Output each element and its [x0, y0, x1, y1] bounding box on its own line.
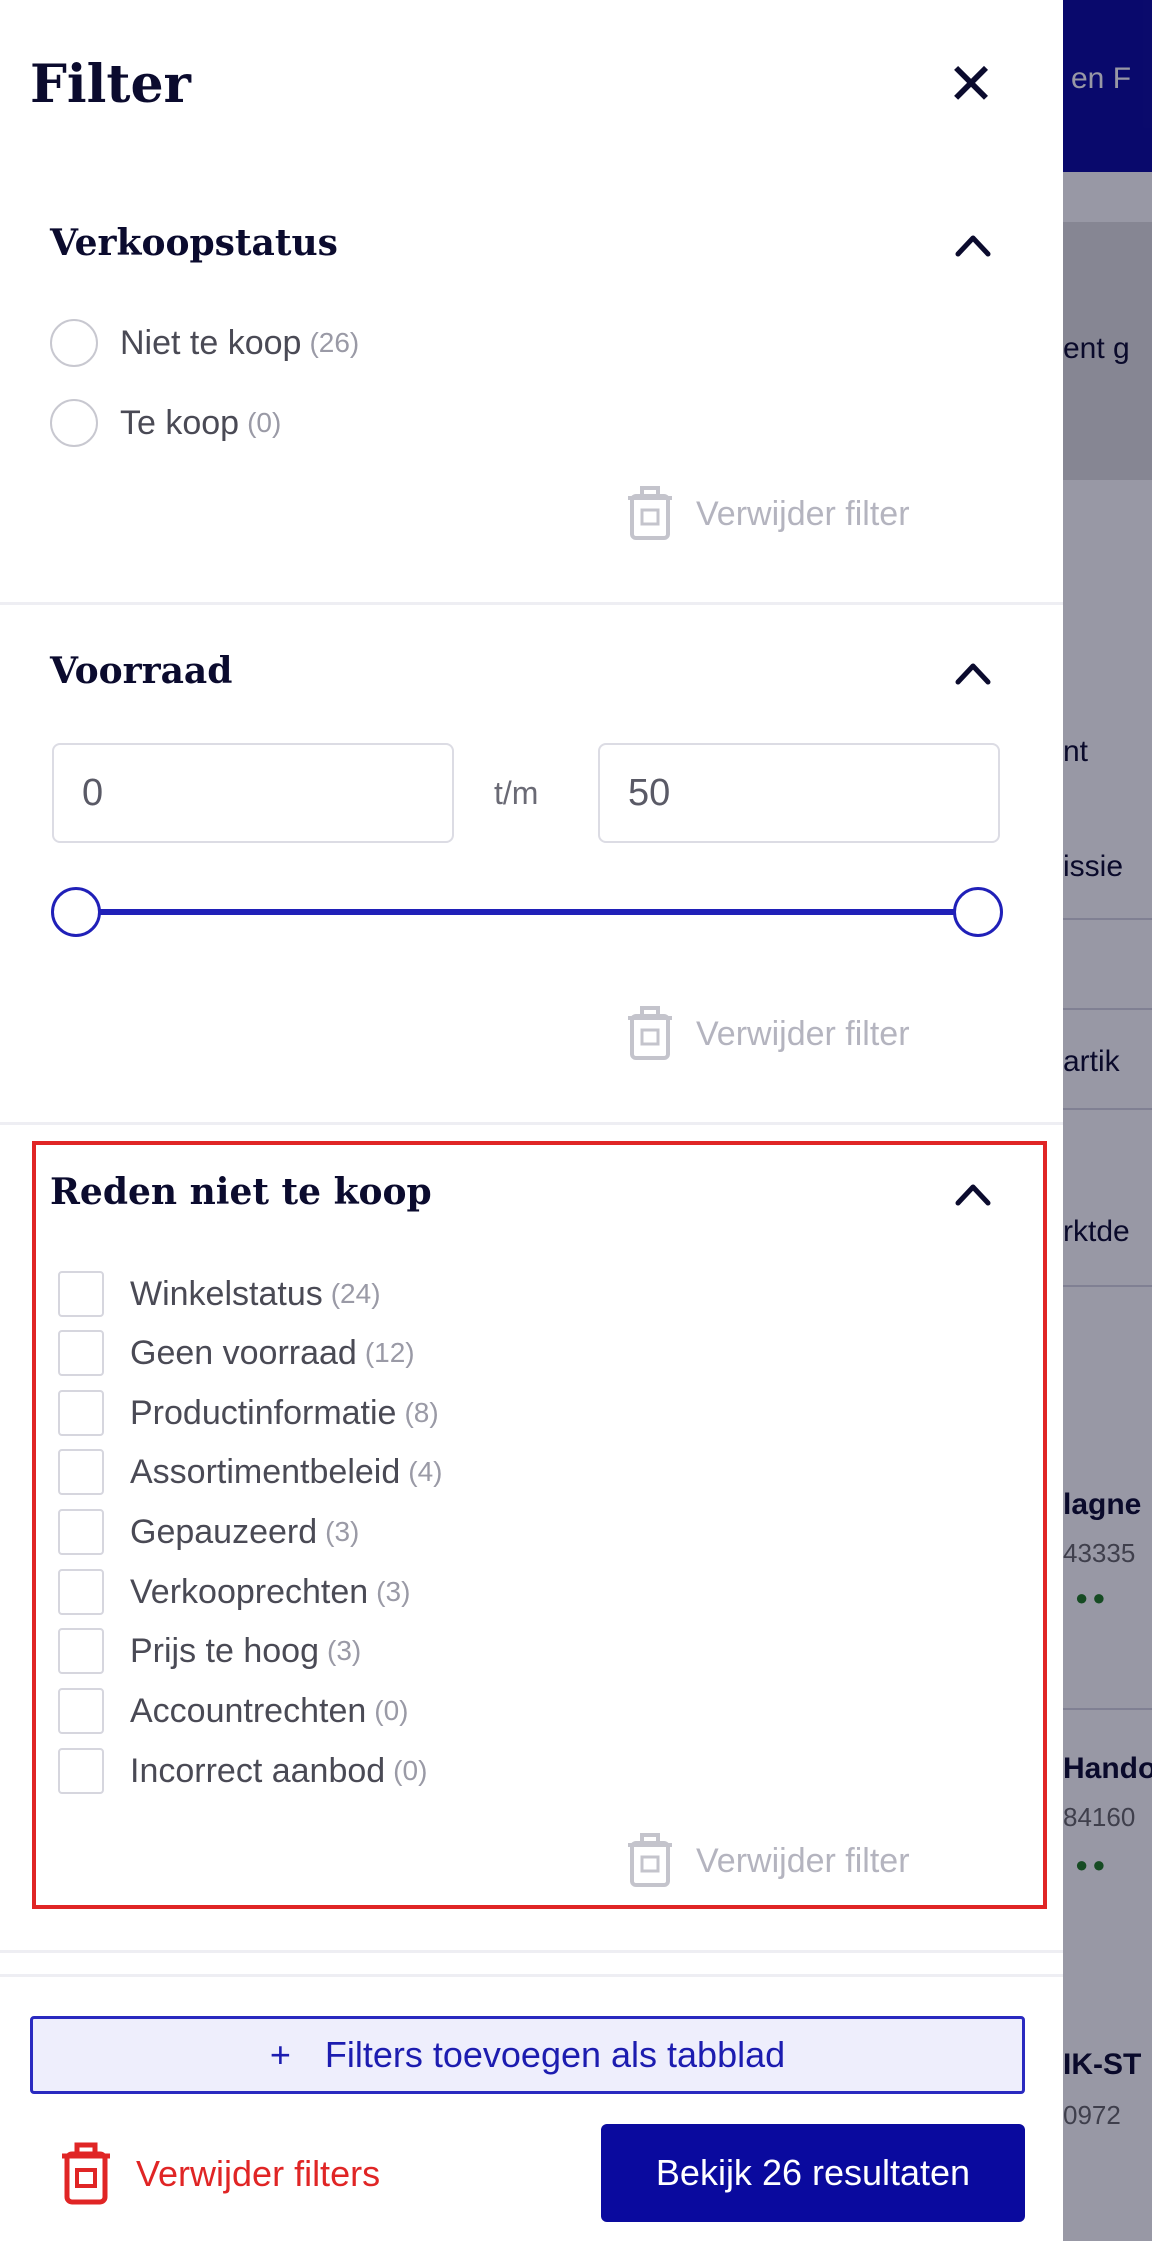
checkbox[interactable] — [58, 1688, 104, 1734]
option-count: (3) — [327, 1635, 362, 1666]
remove-filter-button[interactable]: Verwijder filter — [628, 1831, 910, 1891]
trash-icon — [62, 2142, 110, 2205]
option-count: (0) — [247, 407, 282, 438]
section-title-sale-status: Verkoopstatus — [50, 222, 338, 264]
chevron-up-icon[interactable] — [948, 1173, 998, 1213]
add-filters-as-tab-button[interactable]: + Filters toevoegen als tabblad — [30, 2016, 1025, 2094]
remove-filter-button[interactable]: Verwijder filter — [628, 1004, 910, 1064]
option-count: (24) — [330, 1278, 381, 1309]
radio-button[interactable] — [50, 319, 98, 367]
option-label: Assortimentbeleid — [130, 1452, 401, 1491]
footer-divider — [0, 1974, 1063, 1977]
checkbox-option[interactable]: Geen voorraad (12) — [58, 1327, 415, 1379]
radio-button[interactable] — [50, 399, 98, 447]
option-label: Geen voorraad — [130, 1333, 357, 1372]
section-title-reason: Reden niet te koop — [50, 1171, 432, 1213]
option-label: Prijs te hoog — [130, 1631, 319, 1670]
add-filters-as-tab-label: Filters toevoegen als tabblad — [324, 2034, 786, 2075]
option-count: (26) — [309, 327, 360, 358]
remove-all-filters-button[interactable]: Verwijder filters — [62, 2138, 380, 2210]
option-label: Gepauzeerd — [130, 1512, 318, 1551]
overlay-scrim[interactable] — [1063, 0, 1152, 2241]
option-count: (3) — [376, 1576, 411, 1607]
remove-filter-button[interactable]: Verwijder filter — [628, 484, 910, 544]
stock-min-input[interactable]: 0 — [52, 743, 454, 843]
filter-drawer: Filter ✕ Verkoopstatus Niet te koop (26)… — [0, 0, 1063, 2241]
plus-icon: + — [269, 2034, 291, 2075]
checkbox[interactable] — [58, 1449, 104, 1495]
checkbox[interactable] — [58, 1271, 104, 1317]
checkbox[interactable] — [58, 1748, 104, 1794]
remove-filter-label: Verwijder filter — [696, 1841, 910, 1880]
checkbox-option[interactable]: Verkooprechten (3) — [58, 1566, 410, 1618]
option-count: (8) — [404, 1397, 439, 1428]
option-count: (4) — [408, 1456, 443, 1487]
stock-max-input[interactable]: 50 — [598, 743, 1000, 843]
checkbox[interactable] — [58, 1509, 104, 1555]
drawer-title: Filter — [30, 54, 191, 115]
checkbox[interactable] — [58, 1330, 104, 1376]
option-count: (3) — [325, 1516, 360, 1547]
trash-icon — [628, 1833, 672, 1887]
checkbox[interactable] — [58, 1569, 104, 1615]
radio-option-for-sale[interactable]: Te koop (0) — [50, 398, 281, 448]
option-label: Incorrect aanbod — [130, 1751, 386, 1790]
radio-option-not-for-sale[interactable]: Niet te koop (26) — [50, 318, 359, 368]
checkbox[interactable] — [58, 1390, 104, 1436]
stock-slider-max-handle[interactable] — [953, 887, 1003, 937]
option-label: Te koop — [120, 403, 240, 442]
checkbox-option[interactable]: Accountrechten (0) — [58, 1685, 409, 1737]
option-label: Accountrechten — [130, 1691, 367, 1730]
trash-icon — [628, 486, 672, 540]
close-icon[interactable]: ✕ — [938, 52, 1004, 118]
trash-icon — [628, 1006, 672, 1060]
option-label: Winkelstatus — [130, 1274, 323, 1313]
section-divider — [0, 1122, 1063, 1125]
stock-slider-track[interactable] — [76, 909, 978, 915]
option-count: (0) — [393, 1755, 428, 1786]
option-count: (12) — [364, 1337, 415, 1368]
view-results-button[interactable]: Bekijk 26 resultaten — [601, 2124, 1025, 2222]
remove-all-filters-label: Verwijder filters — [136, 2153, 381, 2194]
section-title-stock: Voorraad — [50, 650, 233, 692]
checkbox[interactable] — [58, 1628, 104, 1674]
option-label: Productinformatie — [130, 1393, 397, 1432]
option-label: Verkooprechten — [130, 1572, 369, 1611]
checkbox-option[interactable]: Productinformatie (8) — [58, 1387, 439, 1439]
section-divider — [0, 602, 1063, 605]
checkbox-option[interactable]: Assortimentbeleid (4) — [58, 1446, 442, 1498]
option-count: (0) — [374, 1695, 409, 1726]
chevron-up-icon[interactable] — [948, 652, 998, 692]
remove-filter-label: Verwijder filter — [696, 494, 910, 533]
checkbox-option[interactable]: Winkelstatus (24) — [58, 1268, 381, 1320]
checkbox-option[interactable]: Incorrect aanbod (0) — [58, 1745, 427, 1797]
checkbox-option[interactable]: Prijs te hoog (3) — [58, 1625, 361, 1677]
chevron-up-icon[interactable] — [948, 224, 998, 264]
option-label: Niet te koop — [120, 323, 302, 362]
section-divider — [0, 1950, 1063, 1953]
checkbox-option[interactable]: Gepauzeerd (3) — [58, 1506, 359, 1558]
remove-filter-label: Verwijder filter — [696, 1014, 910, 1053]
stock-slider-min-handle[interactable] — [51, 887, 101, 937]
range-separator: t/m — [494, 775, 539, 811]
